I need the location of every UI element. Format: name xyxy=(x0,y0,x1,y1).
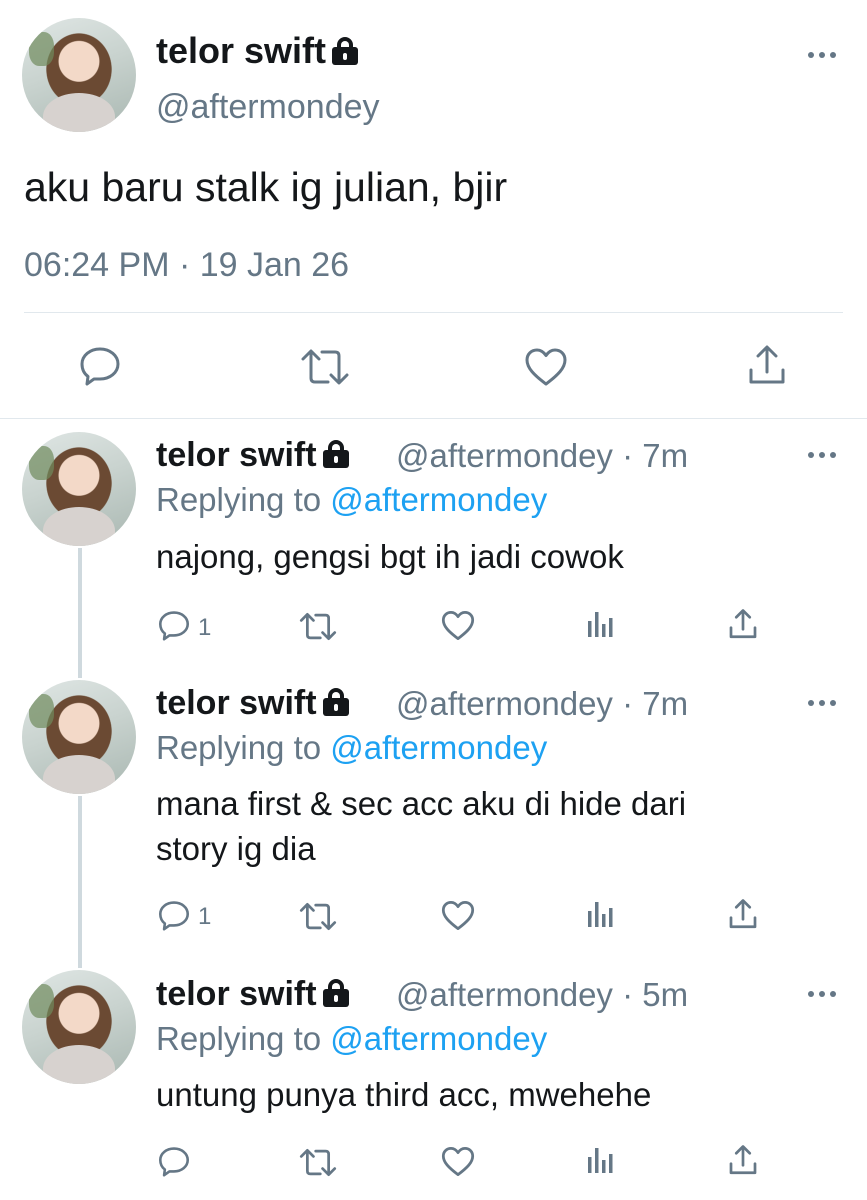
handle-time[interactable]: @aftermondey · 7m xyxy=(396,437,688,475)
reply-icon[interactable] xyxy=(158,610,190,641)
analytics-icon[interactable] xyxy=(586,899,616,929)
reply-text: untung punya third acc, mwehehe xyxy=(156,1076,652,1113)
display-name[interactable]: telor swift xyxy=(156,684,349,723)
like-icon[interactable] xyxy=(441,900,475,931)
reply-count: 1 xyxy=(198,614,212,641)
more-icon[interactable] xyxy=(808,52,836,58)
replying-to: Replying to @aftermondey xyxy=(156,1020,548,1057)
divider xyxy=(24,312,843,313)
retweet-icon[interactable] xyxy=(299,902,337,931)
display-name[interactable]: telor swift xyxy=(156,975,349,1014)
more-icon[interactable] xyxy=(808,700,836,706)
replying-to: Replying to @aftermondey xyxy=(156,729,548,766)
replying-to: Replying to @aftermondey xyxy=(156,481,548,518)
analytics-icon[interactable] xyxy=(586,1145,616,1175)
more-icon[interactable] xyxy=(808,452,836,458)
retweet-icon[interactable] xyxy=(300,348,350,386)
mention-link[interactable]: @aftermondey xyxy=(330,729,547,766)
like-icon[interactable] xyxy=(441,1146,475,1177)
lock-icon xyxy=(322,688,349,716)
more-icon[interactable] xyxy=(808,991,836,997)
display-name[interactable]: telor swift xyxy=(156,30,359,72)
retweet-icon[interactable] xyxy=(299,612,337,641)
thread-line xyxy=(78,796,82,968)
divider xyxy=(0,418,867,419)
like-icon[interactable] xyxy=(441,610,475,641)
share-icon[interactable] xyxy=(728,1144,758,1176)
share-icon[interactable] xyxy=(747,344,787,386)
reply-text: najong, gengsi bgt ih jadi cowok xyxy=(156,538,624,575)
avatar[interactable] xyxy=(22,432,136,546)
timestamp[interactable]: 06:24 PM · 19 Jan 26 xyxy=(24,246,349,285)
like-icon[interactable] xyxy=(524,347,568,387)
reply-count: 1 xyxy=(198,903,212,930)
lock-icon xyxy=(322,979,349,1007)
display-name[interactable]: telor swift xyxy=(156,436,349,475)
reply-text-line-2: story ig dia xyxy=(156,830,316,867)
tweet-text: aku baru stalk ig julian, bjir xyxy=(24,164,508,210)
reply-icon[interactable] xyxy=(158,1146,190,1177)
reply-text-line-1: mana first & sec acc aku di hide dari xyxy=(156,785,687,822)
share-icon[interactable] xyxy=(728,898,758,930)
handle-time[interactable]: @aftermondey · 5m xyxy=(396,976,688,1014)
avatar[interactable] xyxy=(22,18,136,132)
avatar[interactable] xyxy=(22,970,136,1084)
lock-icon xyxy=(322,440,349,468)
reply-icon[interactable] xyxy=(79,346,121,386)
avatar[interactable] xyxy=(22,680,136,794)
mention-link[interactable]: @aftermondey xyxy=(330,481,547,518)
handle[interactable]: @aftermondey xyxy=(156,88,380,127)
thread-line xyxy=(78,548,82,678)
handle-time[interactable]: @aftermondey · 7m xyxy=(396,685,688,723)
retweet-icon[interactable] xyxy=(299,1148,337,1177)
share-icon[interactable] xyxy=(728,608,758,640)
mention-link[interactable]: @aftermondey xyxy=(330,1020,547,1057)
reply-icon[interactable] xyxy=(158,900,190,931)
analytics-icon[interactable] xyxy=(586,609,616,639)
lock-icon xyxy=(332,37,359,65)
